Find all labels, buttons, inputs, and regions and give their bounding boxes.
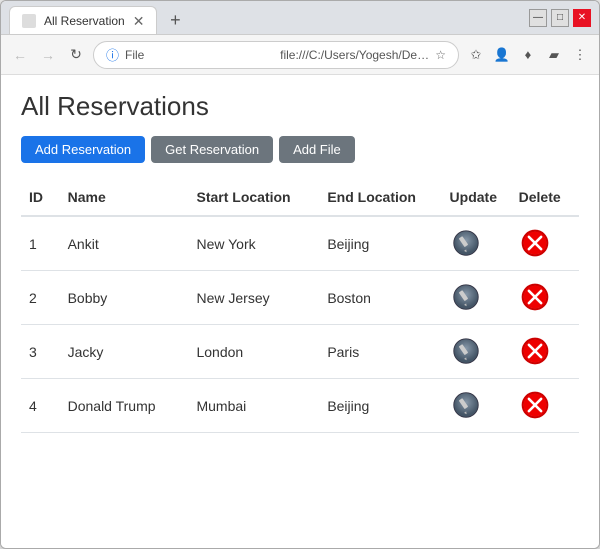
cell-id: 2: [21, 271, 60, 325]
table-body: 1AnkitNew YorkBeijing 2BobbyNew JerseyBo…: [21, 216, 579, 433]
col-header-id: ID: [21, 179, 60, 216]
update-button[interactable]: [450, 227, 482, 259]
cell-delete: [511, 216, 579, 271]
bookmark-icon[interactable]: ☆: [435, 48, 446, 62]
add-reservation-button[interactable]: Add Reservation: [21, 136, 145, 163]
update-button[interactable]: [450, 281, 482, 313]
table-row: 1AnkitNew YorkBeijing: [21, 216, 579, 271]
cell-end-location: Paris: [319, 325, 441, 379]
delete-button[interactable]: [519, 389, 551, 421]
title-bar: All Reservation ✕ + — □ ✕: [1, 1, 599, 35]
close-button[interactable]: ✕: [573, 9, 591, 27]
cell-update: [442, 271, 511, 325]
cell-update: [442, 325, 511, 379]
refresh-button[interactable]: ↻: [65, 44, 87, 66]
window-controls: — □ ✕: [529, 9, 591, 27]
col-header-update: Update: [442, 179, 511, 216]
header-row: ID Name Start Location End Location Upda…: [21, 179, 579, 216]
col-header-start: Start Location: [188, 179, 319, 216]
new-tab-button[interactable]: +: [161, 6, 189, 34]
url-prefix: File: [125, 48, 274, 62]
cell-name: Jacky: [60, 325, 189, 379]
cell-start-location: New Jersey: [188, 271, 319, 325]
cell-start-location: Mumbai: [188, 379, 319, 433]
menu-button[interactable]: ⋮: [569, 44, 591, 66]
tab-title: All Reservation: [44, 14, 125, 28]
action-buttons: Add Reservation Get Reservation Add File: [21, 136, 579, 163]
reservations-table: ID Name Start Location End Location Upda…: [21, 179, 579, 433]
shield-icon[interactable]: ♦: [517, 44, 539, 66]
col-header-delete: Delete: [511, 179, 579, 216]
forward-button[interactable]: →: [37, 44, 59, 66]
puzzle-icon[interactable]: ▰: [543, 44, 565, 66]
cell-end-location: Beijing: [319, 216, 441, 271]
cell-name: Donald Trump: [60, 379, 189, 433]
page-title: All Reservations: [21, 91, 579, 122]
tab-close-button[interactable]: ✕: [133, 14, 145, 28]
col-header-end: End Location: [319, 179, 441, 216]
info-icon: ⓘ: [106, 45, 119, 64]
table-row: 3JackyLondonParis: [21, 325, 579, 379]
delete-button[interactable]: [519, 281, 551, 313]
back-button[interactable]: ←: [9, 44, 31, 66]
browser-window: All Reservation ✕ + — □ ✕ ← → ↻ ⓘ File f…: [0, 0, 600, 549]
delete-button[interactable]: [519, 227, 551, 259]
cell-name: Ankit: [60, 216, 189, 271]
cell-end-location: Boston: [319, 271, 441, 325]
update-button[interactable]: [450, 335, 482, 367]
toolbar-icons: ✩ 👤 ♦ ▰ ⋮: [465, 44, 591, 66]
minimize-button[interactable]: —: [529, 9, 547, 27]
profile-icon[interactable]: 👤: [491, 44, 513, 66]
table-header: ID Name Start Location End Location Upda…: [21, 179, 579, 216]
update-button[interactable]: [450, 389, 482, 421]
url-bar[interactable]: ⓘ File file:///C:/Users/Yogesh/Desktop/j…: [93, 41, 459, 69]
get-reservation-button[interactable]: Get Reservation: [151, 136, 273, 163]
address-bar: ← → ↻ ⓘ File file:///C:/Users/Yogesh/Des…: [1, 35, 599, 75]
tab-area: All Reservation ✕ +: [9, 1, 529, 34]
cell-start-location: London: [188, 325, 319, 379]
cell-update: [442, 379, 511, 433]
active-tab[interactable]: All Reservation ✕: [9, 6, 157, 34]
cell-id: 4: [21, 379, 60, 433]
add-file-button[interactable]: Add File: [279, 136, 355, 163]
cell-delete: [511, 325, 579, 379]
page-content: All Reservations Add Reservation Get Res…: [1, 75, 599, 548]
cell-name: Bobby: [60, 271, 189, 325]
cell-end-location: Beijing: [319, 379, 441, 433]
maximize-button[interactable]: □: [551, 9, 569, 27]
url-text: file:///C:/Users/Yogesh/Desktop/jQuer...: [280, 48, 429, 62]
cell-id: 1: [21, 216, 60, 271]
extensions-icon[interactable]: ✩: [465, 44, 487, 66]
table-row: 4Donald TrumpMumbaiBeijing: [21, 379, 579, 433]
cell-id: 3: [21, 325, 60, 379]
delete-button[interactable]: [519, 335, 551, 367]
cell-update: [442, 216, 511, 271]
tab-favicon: [22, 14, 36, 28]
col-header-name: Name: [60, 179, 189, 216]
cell-delete: [511, 379, 579, 433]
table-row: 2BobbyNew JerseyBoston: [21, 271, 579, 325]
cell-start-location: New York: [188, 216, 319, 271]
cell-delete: [511, 271, 579, 325]
